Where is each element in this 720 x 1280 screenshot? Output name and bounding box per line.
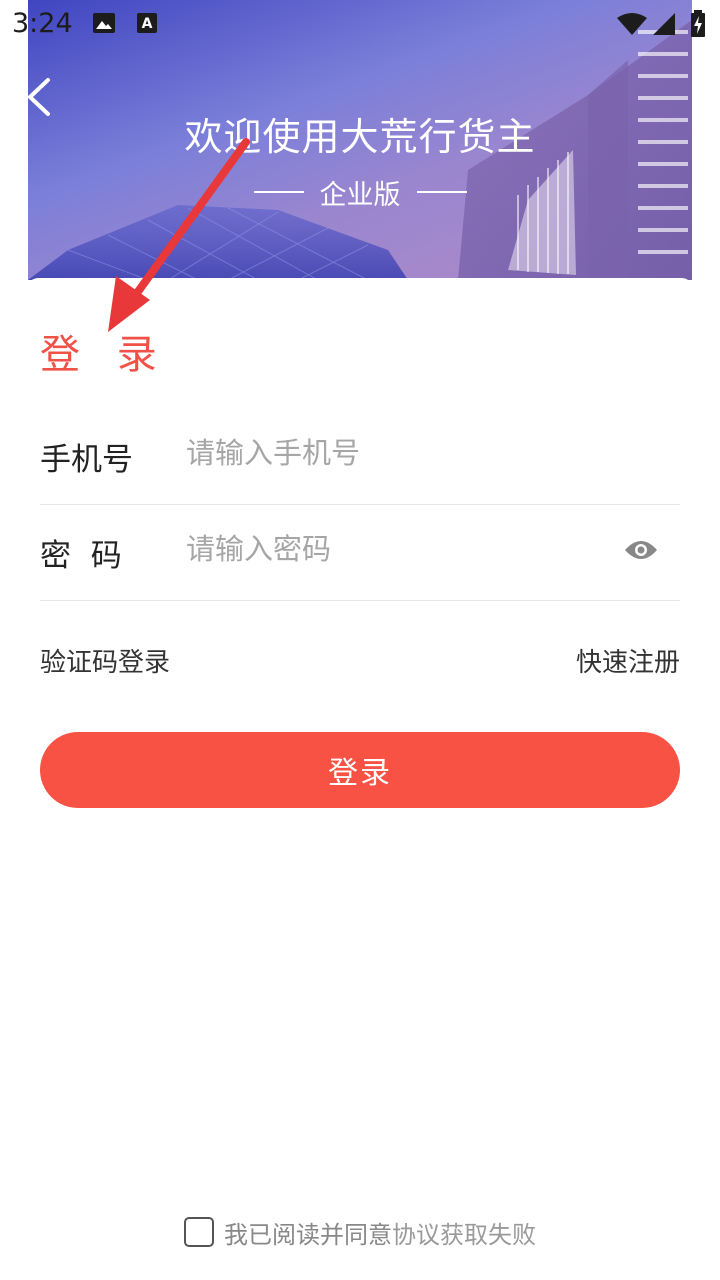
phone-label: 手机号 [40,442,133,478]
phone-field-row: 手机号 [40,408,680,505]
status-time: 3:24 [12,8,73,39]
app-welcome-title: 欢迎使用大荒行货主 [184,115,536,159]
password-label: 密 码 [40,538,122,574]
agreement-row: 我已阅读并同意 协议获取失败 [0,1212,720,1252]
login-heading: 登 录 [40,332,169,378]
divider-line [416,191,467,193]
status-bar: 3:24 A [0,0,720,50]
sms-login-link[interactable]: 验证码登录 [40,642,170,679]
quick-register-link[interactable]: 快速注册 [576,642,680,679]
svg-text:A: A [142,16,153,32]
accessibility-a-icon: A [137,13,157,33]
eye-icon[interactable] [624,538,658,562]
agreement-text: 我已阅读并同意 [224,1220,392,1249]
edition-subtitle-row: 企业版 [0,172,720,212]
phone-input[interactable] [184,426,608,480]
edition-subtitle: 企业版 [319,179,401,211]
wifi-icon [617,13,647,35]
password-input[interactable] [184,522,608,576]
login-button[interactable]: 登录 [40,732,680,808]
agreement-checkbox[interactable] [184,1217,214,1247]
agreement-link[interactable]: 协议获取失败 [392,1215,536,1250]
battery-charging-icon [691,10,705,37]
image-icon [93,13,115,33]
password-field-row: 密 码 [40,504,680,601]
signal-icon [653,13,675,35]
divider-line [253,191,304,193]
